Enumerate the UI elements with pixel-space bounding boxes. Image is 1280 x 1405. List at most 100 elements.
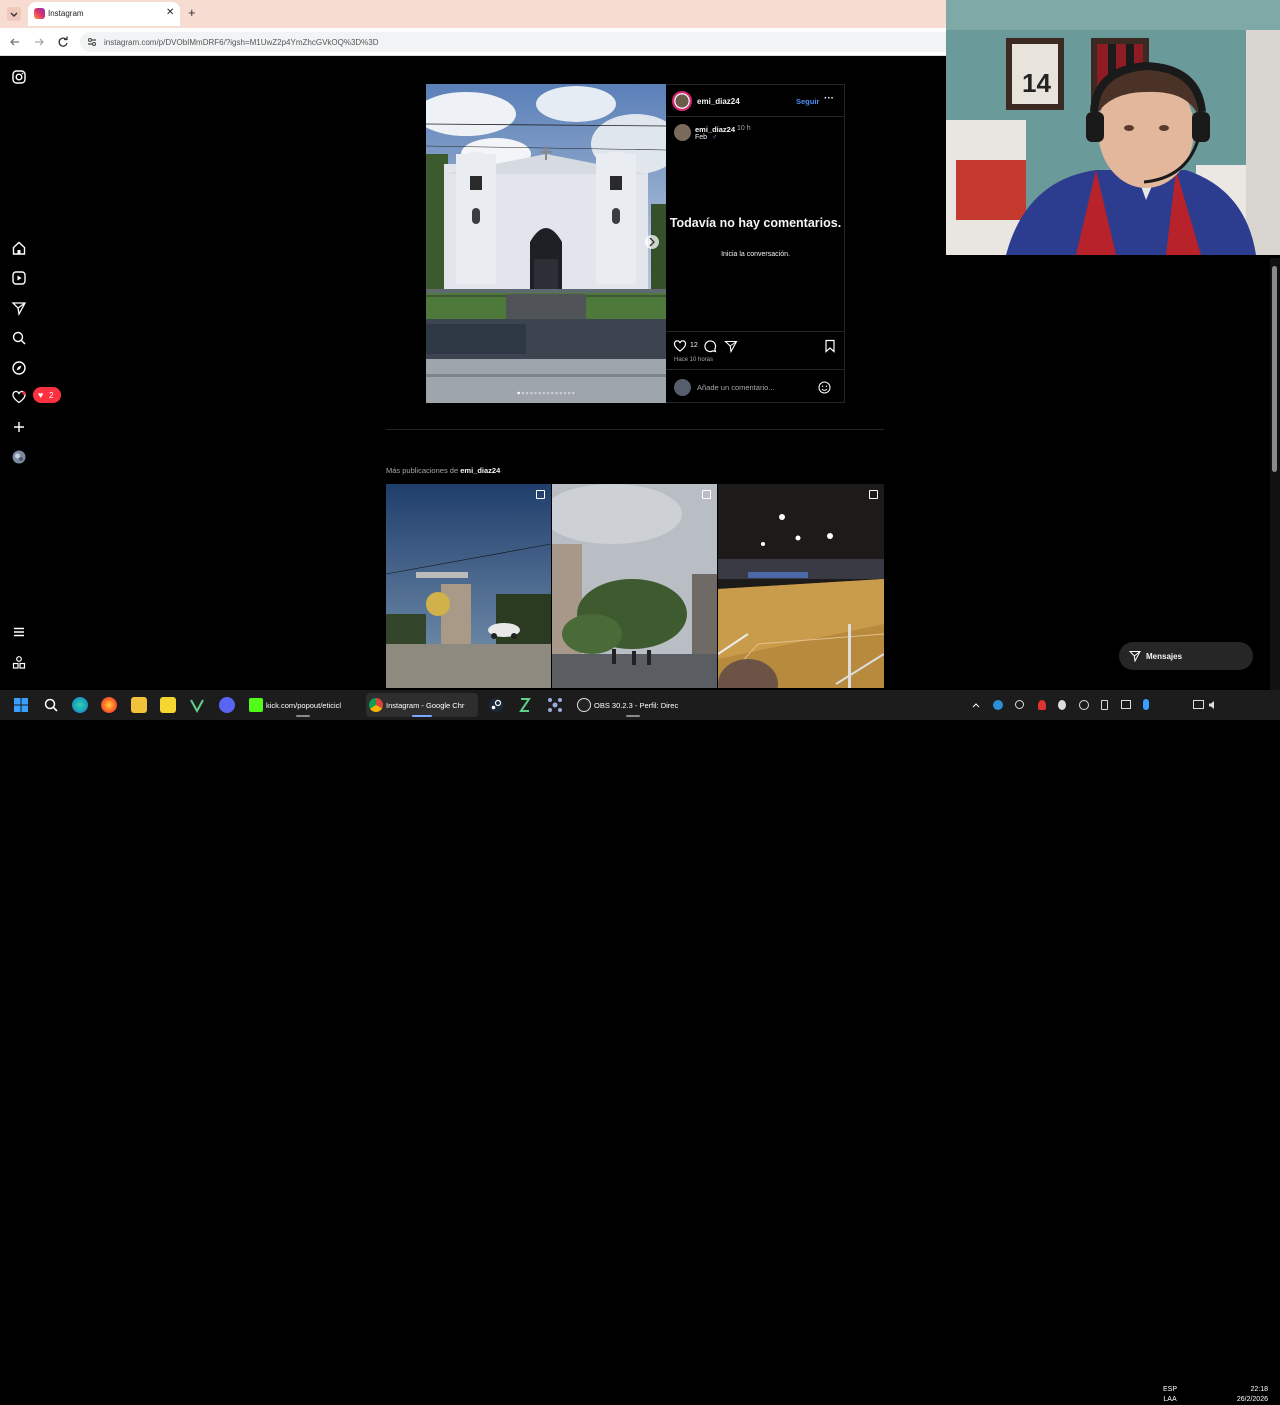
author-avatar[interactable] bbox=[672, 91, 692, 111]
emoji-icon[interactable] bbox=[818, 381, 831, 394]
plus-icon[interactable] bbox=[11, 419, 27, 435]
back-button[interactable] bbox=[8, 35, 22, 49]
carousel-dot bbox=[563, 391, 567, 395]
kick-icon bbox=[249, 698, 263, 712]
post-thumbnail[interactable] bbox=[386, 484, 551, 688]
volume-icon[interactable] bbox=[1208, 700, 1218, 710]
lang-code: ESP bbox=[1163, 1386, 1178, 1393]
comment-input[interactable]: Añade un comentario... bbox=[697, 383, 775, 392]
search-icon[interactable] bbox=[11, 330, 27, 346]
comment-icon[interactable] bbox=[703, 339, 717, 353]
menu-icon[interactable] bbox=[11, 624, 27, 640]
more-posts-username[interactable]: emi_diaz24 bbox=[460, 466, 500, 475]
steam-icon[interactable] bbox=[488, 697, 504, 713]
discord-icon[interactable] bbox=[219, 697, 235, 713]
taskbar-app-label: Instagram - Google Chr bbox=[386, 701, 465, 710]
notification-badge[interactable]: ♥ 2 bbox=[33, 387, 61, 403]
arrow-left-icon bbox=[10, 38, 19, 46]
reels-icon[interactable] bbox=[11, 270, 27, 286]
post-thumbnail[interactable] bbox=[552, 484, 717, 688]
app-v-icon[interactable] bbox=[189, 697, 205, 713]
site-info-icon[interactable] bbox=[86, 36, 98, 48]
browser-tab-strip: Instagram ✕ + bbox=[0, 0, 946, 28]
carousel-dot bbox=[521, 391, 525, 395]
page-scrollbar[interactable] bbox=[1270, 258, 1280, 690]
tray-overflow-icon[interactable] bbox=[972, 701, 980, 709]
tray-steam-icon[interactable] bbox=[1079, 700, 1089, 710]
messages-label: Mensajes bbox=[1146, 652, 1183, 661]
taskbar-app-chrome[interactable]: Instagram - Google Chr bbox=[366, 693, 478, 717]
more-posts-prefix: Más publicaciones de bbox=[386, 466, 459, 475]
messages-button[interactable]: Mensajes bbox=[1119, 642, 1253, 670]
reload-button[interactable] bbox=[56, 35, 70, 49]
tray-app-icon[interactable] bbox=[1038, 700, 1046, 710]
clock-date: 26/2/2026 bbox=[1236, 1396, 1268, 1403]
tab-search-dropdown[interactable] bbox=[6, 6, 22, 22]
more-options-icon[interactable]: ··· bbox=[824, 93, 834, 104]
instagram-icon[interactable] bbox=[11, 69, 27, 85]
explore-icon[interactable] bbox=[11, 360, 27, 376]
browser-tab[interactable]: Instagram ✕ bbox=[28, 2, 180, 26]
carousel-indicator-icon bbox=[702, 490, 711, 499]
church-photo bbox=[426, 84, 666, 403]
caption-avatar[interactable] bbox=[674, 124, 691, 141]
share-icon[interactable] bbox=[724, 339, 738, 353]
windows-taskbar: kick.com/popout/eticicl Instagram - Goog… bbox=[0, 690, 1280, 1403]
tray-battery-icon[interactable] bbox=[1101, 700, 1108, 710]
xbox-app-icon[interactable] bbox=[517, 697, 533, 713]
post-image[interactable] bbox=[426, 84, 666, 403]
follow-button[interactable]: Seguir bbox=[796, 97, 819, 106]
taskbar-app-kick[interactable]: kick.com/popout/eticicl bbox=[246, 693, 361, 717]
tray-cloud-icon[interactable] bbox=[993, 700, 1003, 710]
caption-username[interactable]: emi_diaz24 bbox=[695, 125, 735, 134]
post-detail-panel: emi_diaz24 Seguir ··· emi_diaz24 10 h Fe… bbox=[666, 84, 845, 403]
windows-start-icon[interactable] bbox=[13, 697, 29, 713]
system-clock[interactable]: 22:18 26/2/2026 bbox=[1226, 1385, 1268, 1405]
taskbar-app-label: OBS 30.2.3 - Perfil: Direc bbox=[594, 701, 679, 710]
chevron-down-icon bbox=[7, 7, 21, 21]
network-app-icon[interactable] bbox=[547, 697, 563, 713]
bookmark-icon[interactable] bbox=[823, 339, 837, 353]
scrollbar-thumb[interactable] bbox=[1272, 266, 1277, 472]
carousel-dot bbox=[530, 391, 533, 395]
post-thumbnail[interactable] bbox=[718, 484, 884, 688]
more-apps-icon[interactable] bbox=[11, 654, 27, 670]
post-header: emi_diaz24 Seguir ··· bbox=[666, 85, 845, 117]
carousel-indicator-icon bbox=[536, 490, 545, 499]
like-count: 12 bbox=[690, 342, 698, 349]
no-comments-title: Todavía no hay comentarios. bbox=[669, 216, 842, 230]
search-icon[interactable] bbox=[43, 697, 59, 713]
carousel-dot bbox=[551, 391, 554, 395]
tray-drop-icon[interactable] bbox=[1058, 700, 1066, 710]
tray-app-icon[interactable] bbox=[1015, 700, 1024, 709]
tray-app-icon[interactable] bbox=[1121, 700, 1131, 709]
obs-icon bbox=[577, 698, 591, 712]
carousel-dot bbox=[525, 391, 529, 395]
caption-time: 10 h bbox=[737, 125, 751, 132]
profile-avatar[interactable] bbox=[11, 449, 27, 465]
carousel-indicator-icon bbox=[869, 490, 878, 499]
file-explorer-icon[interactable] bbox=[131, 697, 147, 713]
address-bar[interactable]: instagram.com/p/DVObIMmDRF6/?igsh=M1UwZ2… bbox=[80, 32, 946, 52]
send-icon bbox=[1129, 650, 1141, 662]
input-language[interactable]: ESP LAA bbox=[1163, 1385, 1177, 1405]
heart-icon[interactable] bbox=[11, 389, 27, 405]
tab-close-icon[interactable]: ✕ bbox=[166, 7, 174, 18]
forward-button[interactable] bbox=[32, 35, 46, 49]
carousel-dot bbox=[559, 391, 562, 395]
microphone-icon[interactable] bbox=[1143, 699, 1149, 710]
author-username[interactable]: emi_diaz24 bbox=[697, 97, 740, 106]
firefox-icon[interactable] bbox=[101, 697, 117, 713]
like-heart-icon[interactable] bbox=[673, 339, 687, 353]
sticky-notes-icon[interactable] bbox=[160, 697, 176, 713]
home-icon[interactable] bbox=[11, 240, 27, 256]
section-divider bbox=[386, 429, 884, 430]
new-tab-button[interactable]: + bbox=[188, 5, 196, 20]
display-icon[interactable] bbox=[1193, 700, 1204, 709]
send-icon[interactable] bbox=[11, 300, 27, 316]
arrow-right-icon bbox=[35, 38, 44, 46]
edge-icon[interactable] bbox=[72, 697, 88, 713]
tab-title: Instagram bbox=[48, 9, 84, 18]
carousel-dot bbox=[546, 391, 550, 395]
taskbar-app-obs[interactable]: OBS 30.2.3 - Perfil: Direc bbox=[574, 693, 692, 717]
